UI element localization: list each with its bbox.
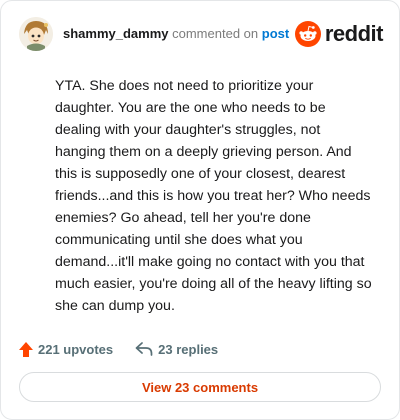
reddit-brand[interactable]: reddit	[294, 20, 384, 48]
reddit-wordmark: reddit	[324, 21, 384, 46]
avatar[interactable]	[19, 17, 53, 51]
view-comments-button[interactable]: View 23 comments	[19, 372, 381, 402]
username-link[interactable]: shammy_dammy	[63, 26, 169, 41]
comment-header: shammy_dammy commented on post reddit	[19, 17, 384, 51]
comment-body: YTA. She does not need to prioritize you…	[55, 78, 372, 314]
avatar-illustration-icon	[19, 17, 53, 51]
commented-on-text: commented on	[172, 26, 259, 41]
comment-actions: 221 upvotes 23 replies	[19, 339, 218, 359]
upvote-arrow-icon	[19, 341, 33, 357]
comment-card: shammy_dammy commented on post reddit YT…	[0, 0, 400, 420]
post-link[interactable]: post	[262, 26, 289, 41]
reply-arrow-icon	[135, 342, 153, 356]
upvote-count: 221 upvotes	[38, 341, 114, 357]
upvote-action[interactable]: 221 upvotes	[19, 341, 114, 357]
reddit-snoo-logo-icon	[294, 21, 321, 47]
replies-action[interactable]: 23 replies	[135, 342, 218, 357]
replies-count: 23 replies	[158, 341, 219, 357]
comment-byline: shammy_dammy commented on post	[63, 26, 289, 41]
